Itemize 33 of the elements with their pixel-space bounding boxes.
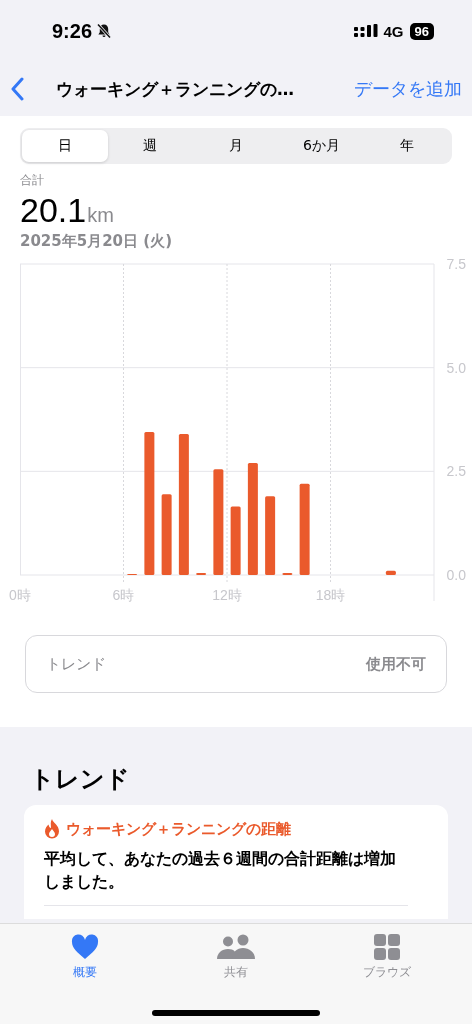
battery-indicator: 96: [409, 22, 434, 40]
network-label: 4G: [383, 22, 404, 40]
trend-card[interactable]: ウォーキング＋ランニングの距離 平均して、あなたの過去６週間の合計距離は増加しました。: [24, 805, 448, 919]
card-text: 平均して、あなたの過去６週間の合計距離は増加しました。: [44, 848, 397, 894]
period-tab[interactable]: 6か月: [278, 130, 365, 162]
tab-bar-item[interactable]: 概要: [30, 924, 140, 986]
trend-label: トレンド: [46, 654, 106, 674]
add-data-link[interactable]: データを追加: [354, 77, 462, 101]
trend-row[interactable]: トレンド 使用不可: [25, 635, 447, 693]
page-title: ウォーキング＋ランニングの…: [56, 77, 295, 101]
bell-slash-icon: [96, 23, 113, 39]
axis-label: 5.0: [446, 359, 466, 376]
flame-icon: [44, 819, 60, 839]
date-label: 2025年5月20日 (火): [20, 232, 173, 251]
heart-icon: [71, 934, 99, 960]
period-tab[interactable]: 年: [364, 130, 450, 162]
period-tab[interactable]: 週: [107, 130, 194, 162]
section-heading: トレンド: [30, 764, 131, 795]
total-value: 20.1: [20, 191, 87, 230]
period-tab[interactable]: 日: [22, 130, 108, 162]
period-tab[interactable]: 月: [193, 130, 279, 162]
unit-label: km: [87, 204, 114, 227]
axis-label: 0.0: [446, 567, 466, 583]
grid-icon: [374, 934, 400, 960]
people-icon: [217, 934, 255, 960]
status-time: 9:26: [52, 19, 93, 43]
status-label: 使用不可: [366, 654, 426, 674]
card-title: ウォーキング＋ランニングの距離: [66, 819, 291, 839]
signal-icon: [353, 24, 378, 38]
axis-label: 7.5: [446, 256, 466, 272]
axis-label: 2.5: [446, 463, 466, 480]
back-icon[interactable]: [10, 77, 24, 101]
total-label: 合計: [20, 172, 45, 189]
